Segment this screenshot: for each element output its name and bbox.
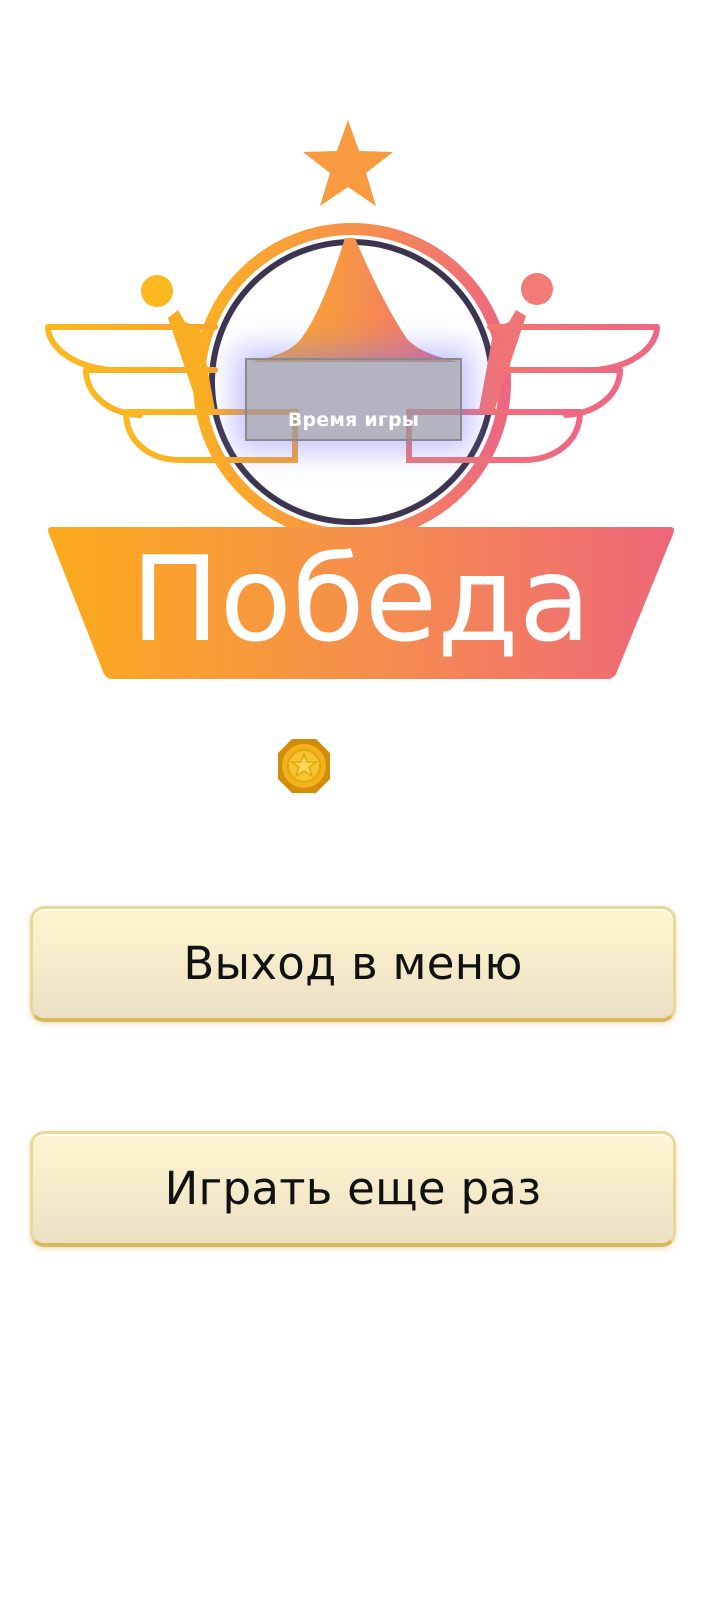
coin-icon: [278, 739, 330, 793]
victory-screen: Время игры Победа Выход в меню Играть ещ…: [0, 0, 720, 1600]
game-time-label: Время игры: [287, 409, 420, 431]
play-again-button[interactable]: Играть еще раз: [30, 1131, 676, 1247]
exit-to-menu-button[interactable]: Выход в меню: [30, 906, 676, 1022]
exit-to-menu-label: Выход в меню: [183, 937, 523, 990]
game-time-panel: Время игры: [245, 358, 462, 441]
victory-title: Победа: [130, 530, 592, 668]
play-again-label: Играть еще раз: [164, 1162, 542, 1215]
star-icon: [303, 120, 393, 206]
